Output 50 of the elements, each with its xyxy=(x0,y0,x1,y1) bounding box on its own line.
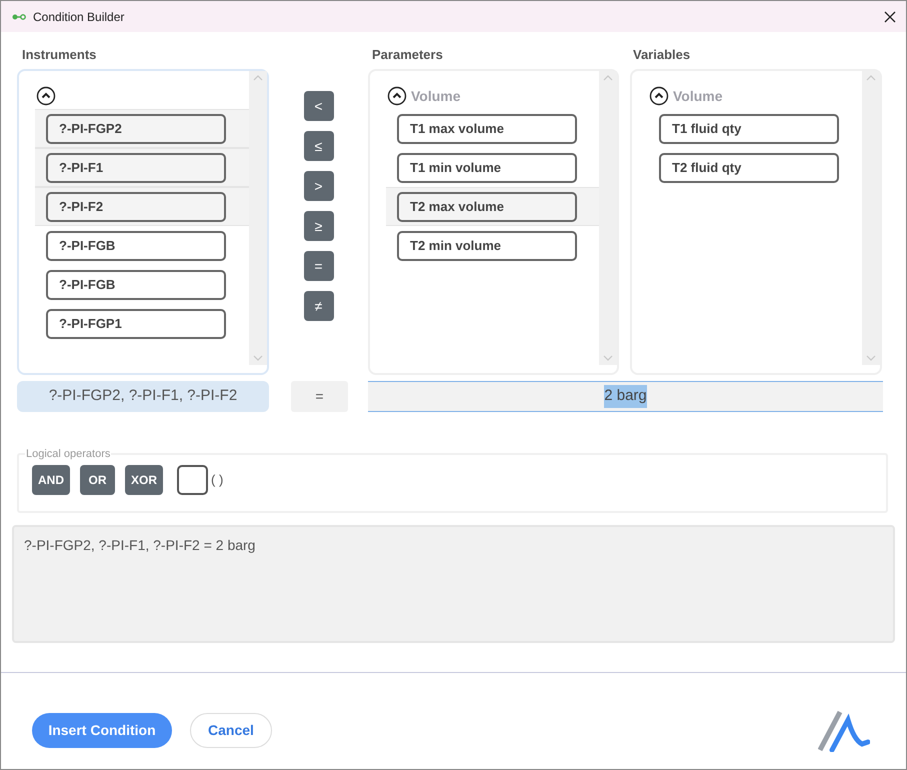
list-item[interactable]: ?-PI-FGP1 xyxy=(46,308,226,338)
selected-operator: = xyxy=(291,381,348,412)
scrollbar[interactable] xyxy=(599,71,617,365)
logical-operator-button[interactable]: OR xyxy=(80,464,115,494)
list-item[interactable]: T2 min volume xyxy=(397,230,577,260)
scroll-down-icon[interactable] xyxy=(253,355,263,361)
expression-box[interactable]: ?-PI-FGP2, ?-PI-F1, ?-PI-F2 = 2 barg xyxy=(12,525,895,643)
scrollbar[interactable] xyxy=(249,71,267,365)
operator-button[interactable]: = xyxy=(304,251,334,281)
selected-instruments: ?-PI-FGP2, ?-PI-F1, ?-PI-F2 xyxy=(17,381,269,412)
operator-button[interactable]: ≠ xyxy=(304,291,334,321)
list-item[interactable]: T2 fluid qty xyxy=(659,152,839,182)
list-item[interactable]: ?-PI-FGB xyxy=(46,230,226,260)
list-item[interactable]: ?-PI-F2 xyxy=(46,192,226,222)
column-heading: Variables xyxy=(633,46,690,63)
logical-operator-button[interactable]: XOR xyxy=(125,464,164,494)
list-item[interactable]: ?-PI-F1 xyxy=(46,152,226,182)
group-legend: Logical operators xyxy=(25,446,112,462)
collapse-icon[interactable] xyxy=(387,86,407,106)
list-item[interactable]: T1 fluid qty xyxy=(659,114,839,144)
cancel-button[interactable]: Cancel xyxy=(190,712,272,748)
scroll-up-icon[interactable] xyxy=(866,75,876,81)
scroll-up-icon[interactable] xyxy=(253,75,263,81)
list-item[interactable]: ?-PI-FGP2 xyxy=(46,114,226,144)
list-item[interactable]: T1 max volume xyxy=(397,114,577,144)
list-item[interactable]: ?-PI-FGB xyxy=(46,270,226,300)
checkbox-label: ( ) xyxy=(211,470,224,489)
column-heading: Parameters xyxy=(371,46,444,63)
scrollbar[interactable] xyxy=(862,71,880,365)
operator-button[interactable]: ≤ xyxy=(304,131,334,161)
scroll-up-icon[interactable] xyxy=(603,75,613,81)
collapse-icon[interactable] xyxy=(649,86,669,106)
group-label: Volume xyxy=(673,86,723,106)
operator-button[interactable]: ≥ xyxy=(304,211,334,241)
collapse-icon[interactable] xyxy=(36,86,56,106)
logo-icon xyxy=(818,708,870,752)
operator-button[interactable]: > xyxy=(304,171,334,201)
checkbox[interactable] xyxy=(177,464,208,494)
window-title: Condition Builder xyxy=(33,8,124,26)
close-icon[interactable] xyxy=(884,10,896,22)
scroll-down-icon[interactable] xyxy=(866,355,876,361)
group-label: Volume xyxy=(411,86,461,106)
column-heading: Instruments xyxy=(21,46,98,63)
connector-icon xyxy=(12,12,26,20)
operator-button[interactable]: < xyxy=(304,91,334,121)
logical-operator-button[interactable]: AND xyxy=(32,464,70,494)
list-item[interactable]: T2 max volume xyxy=(397,192,577,222)
list-item[interactable]: T1 min volume xyxy=(397,152,577,182)
scroll-down-icon[interactable] xyxy=(603,355,613,361)
value-field[interactable]: 2 barg xyxy=(368,381,883,412)
